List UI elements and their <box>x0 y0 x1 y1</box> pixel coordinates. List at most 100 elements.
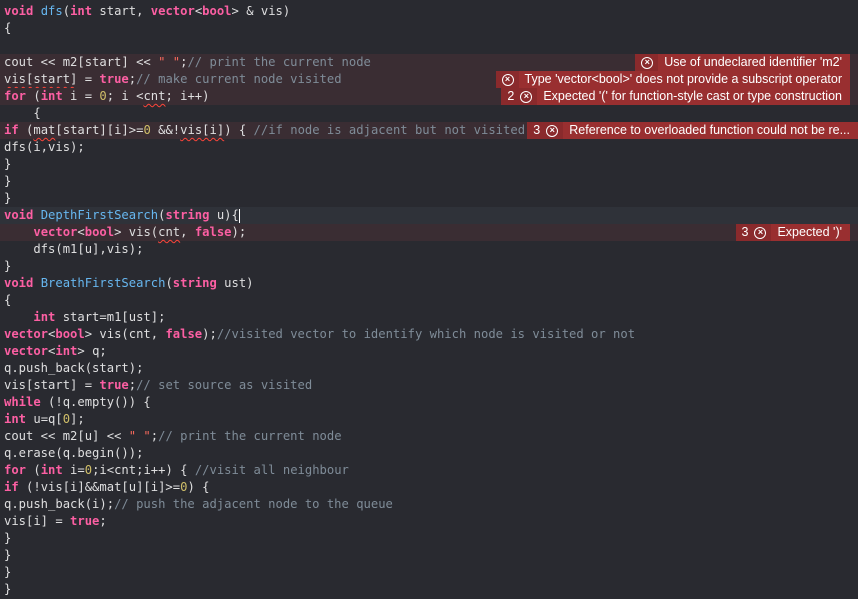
code-line[interactable]: cout << m2[start] << " ";// print the cu… <box>0 54 858 71</box>
code-token: 0 <box>62 412 71 426</box>
code-line[interactable]: } <box>0 564 858 581</box>
error-badge[interactable]: × Use of undeclared identifier 'm2' <box>635 54 850 71</box>
error-count[interactable]: 2 × <box>501 88 538 105</box>
code-token: dfs(m1[u],vis); <box>4 242 144 256</box>
code-token: < <box>77 225 85 239</box>
code-line[interactable]: vector<int> q; <box>0 343 858 360</box>
error-message: Reference to overloaded function could n… <box>563 122 858 139</box>
error-x-icon: × <box>520 90 533 103</box>
code-line[interactable]: q.push_back(i);// push the adjacent node… <box>0 496 858 513</box>
code-token: u){ <box>209 208 239 222</box>
code-line[interactable]: vis[start] = true;// make current node v… <box>0 71 858 88</box>
error-badge[interactable]: × Type 'vector<bool>' does not provide a … <box>495 71 850 88</box>
code-line[interactable]: if (!vis[i]&&mat[u][i]>=0) { <box>0 479 858 496</box>
code-line[interactable]: { <box>0 105 858 122</box>
code-line[interactable]: while (!q.empty()) { <box>0 394 858 411</box>
code-token: true <box>99 72 129 86</box>
error-underline-token: cnt <box>158 225 181 239</box>
code-token: bool <box>202 4 232 18</box>
code-token: int <box>70 4 93 18</box>
code-token: ); <box>202 327 217 341</box>
error-message: Expected ')' <box>771 224 850 241</box>
code-line[interactable]: } <box>0 258 858 275</box>
code-token: } <box>4 191 12 205</box>
code-token: int <box>40 463 63 477</box>
code-line[interactable]: vis[start] = true;// set source as visit… <box>0 377 858 394</box>
code-token: // print the current node <box>158 429 342 443</box>
error-count-label: 3 <box>533 123 541 137</box>
code-token: [start][i]>= <box>55 123 144 137</box>
code-token: // set source as visited <box>136 378 313 392</box>
code-line[interactable]: void BreathFirstSearch(string ust) <box>0 275 858 292</box>
code-line[interactable]: vector<bool> vis(cnt, false);//visited v… <box>0 326 858 343</box>
code-line[interactable]: int u=q[0]; <box>0 411 858 428</box>
code-line[interactable]: dfs(i,vis); <box>0 139 858 156</box>
code-token: int <box>40 89 63 103</box>
code-line[interactable]: { <box>0 20 858 37</box>
code-token: q.push_back(start); <box>4 361 144 375</box>
error-badge[interactable]: 3 × Reference to overloaded function could… <box>527 122 858 139</box>
code-line[interactable]: } <box>0 156 858 173</box>
code-line[interactable]: for (int i=0;i<cnt;i++) { //visit all ne… <box>0 462 858 479</box>
code-line[interactable]: } <box>0 581 858 598</box>
code-line[interactable]: int start=m1[ust]; <box>0 309 858 326</box>
code-token: ; i++) <box>165 89 210 103</box>
code-token: { <box>4 21 12 35</box>
code-editor[interactable]: void dfs(int start, vector<bool> & vis){… <box>0 0 858 599</box>
code-token: vis[start] = <box>4 378 100 392</box>
code-token: // push the adjacent node to the queue <box>114 497 393 511</box>
code-token: ( <box>26 89 41 103</box>
text-cursor <box>238 208 240 223</box>
code-token: ; i < <box>106 89 144 103</box>
code-token: start=m1[ust]; <box>55 310 166 324</box>
code-line[interactable]: if (mat[start][i]>=0 &&!vis[i]) { //if n… <box>0 122 858 139</box>
code-line[interactable]: { <box>0 292 858 309</box>
code-line[interactable]: vis[i] = true; <box>0 513 858 530</box>
code-token: > vis(cnt, <box>84 327 166 341</box>
code-token: void <box>4 208 34 222</box>
code-token: if <box>4 480 19 494</box>
error-count[interactable]: 3 × <box>735 224 772 241</box>
code-token: } <box>4 259 12 273</box>
code-token: // make current node visited <box>136 72 342 86</box>
code-token: bool <box>84 225 115 239</box>
code-token: ; <box>128 378 137 392</box>
code-line[interactable]: void DepthFirstSearch(string u){ <box>0 207 858 224</box>
code-token: ust) <box>216 276 254 290</box>
error-badge[interactable]: 3 × Expected ')' <box>735 224 850 241</box>
code-line[interactable]: for (int i = 0; i <cnt; i++) 2 × Expected '… <box>0 88 858 105</box>
code-line[interactable]: } <box>0 173 858 190</box>
error-badge[interactable]: 2 × Expected '(' for function-style cast o… <box>501 88 850 105</box>
code-token: i = <box>62 89 100 103</box>
code-token: (!vis[i]&&mat[u][i]>= <box>18 480 181 494</box>
code-token: ) { <box>187 480 210 494</box>
code-line[interactable]: cout << m2[u] << " ";// print the curren… <box>0 428 858 445</box>
code-line[interactable]: } <box>0 530 858 547</box>
code-line[interactable]: vector<bool> vis(cnt, false); 3 × Expected … <box>0 224 858 241</box>
code-line[interactable] <box>0 37 858 54</box>
code-token: ]; <box>70 412 85 426</box>
error-message: Expected '(' for function-style cast or … <box>537 88 850 105</box>
error-count[interactable]: × <box>635 54 659 71</box>
code-token: // print the current node <box>187 55 371 69</box>
code-token: q.erase(q.begin()); <box>4 446 144 460</box>
code-token: dfs(i,vis); <box>4 140 85 154</box>
code-token: } <box>4 582 12 596</box>
code-line[interactable]: void dfs(int start, vector<bool> & vis) <box>0 3 858 20</box>
code-token: u=q[ <box>26 412 63 426</box>
error-x-icon: × <box>641 56 654 69</box>
code-line[interactable]: } <box>0 547 858 564</box>
code-line[interactable]: q.push_back(start); <box>0 360 858 377</box>
error-count[interactable]: 3 × <box>527 122 564 139</box>
code-token: vector <box>4 344 49 358</box>
code-token: ; <box>128 72 137 86</box>
code-line[interactable]: } <box>0 190 858 207</box>
code-line[interactable]: q.erase(q.begin()); <box>0 445 858 462</box>
code-token: true <box>99 378 129 392</box>
code-token: { <box>4 293 12 307</box>
code-token: ; <box>150 429 159 443</box>
code-line[interactable]: dfs(m1[u],vis); <box>0 241 858 258</box>
error-count[interactable]: × <box>495 71 519 88</box>
code-token: start, <box>92 4 151 18</box>
